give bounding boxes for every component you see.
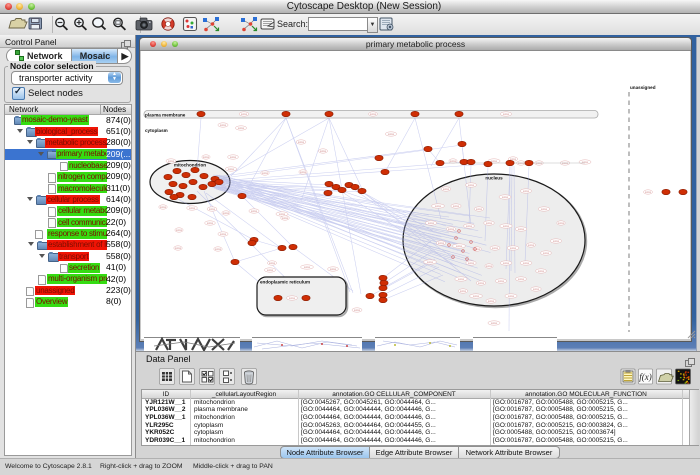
svg-text:xxxxx: xxxxx: [562, 162, 569, 165]
svg-text:xxxxx: xxxxx: [645, 191, 652, 194]
svg-text:xxxxx: xxxxx: [538, 270, 545, 273]
svg-text:mitochondrion: mitochondrion: [174, 163, 206, 168]
svg-text:cytoplasm: cytoplasm: [145, 128, 168, 133]
svg-text:xxxxx: xxxxx: [503, 262, 510, 265]
svg-text:xxxxx: xxxxx: [228, 168, 235, 171]
svg-text:xxxxx: xxxxx: [160, 206, 167, 209]
svg-text:xxxxx: xxxxx: [435, 205, 442, 208]
svg-text:xxxxx: xxxxx: [466, 225, 473, 228]
svg-text:xxxxx: xxxxx: [476, 208, 483, 211]
svg-text:xxxxx: xxxxx: [468, 262, 475, 265]
svg-text:xxxxx: xxxxx: [388, 133, 395, 136]
svg-text:xxxxx: xxxxx: [503, 225, 510, 228]
svg-text:f(x): f(x): [639, 372, 652, 382]
svg-text:xxxxx: xxxxx: [251, 210, 258, 213]
svg-text:xxxxx: xxxxx: [175, 247, 182, 250]
svg-text:xxxxx: xxxxx: [533, 288, 540, 291]
svg-text:xxxxx: xxxxx: [289, 297, 296, 300]
svg-text:xxxxx: xxxxx: [508, 295, 515, 298]
svg-text:xxxxx: xxxxx: [543, 252, 550, 255]
svg-text:xxxxx: xxxxx: [269, 262, 276, 265]
svg-text:xxxxx: xxxxx: [304, 266, 311, 269]
svg-text:xxxxx: xxxxx: [518, 162, 525, 165]
svg-text:xxxxx: xxxxx: [443, 188, 450, 191]
svg-text:xxxxx: xxxxx: [207, 222, 214, 225]
svg-text:xxxxx: xxxxx: [523, 190, 530, 193]
svg-text:xxxxx: xxxxx: [428, 222, 435, 225]
svg-text:xxxxx: xxxxx: [486, 222, 493, 225]
svg-text:xxxxx: xxxxx: [488, 300, 495, 303]
svg-text:xxxxx: xxxxx: [473, 295, 480, 298]
svg-text:xxxxx: xxxxx: [450, 160, 457, 163]
svg-text:xxxxx: xxxxx: [354, 309, 361, 312]
svg-text:xxxxx: xxxxx: [502, 196, 509, 199]
svg-text:xxxxx: xxxxx: [553, 240, 560, 243]
svg-text:xxxxx: xxxxx: [456, 245, 463, 248]
svg-text:xxxxx: xxxxx: [209, 208, 216, 211]
svg-text:xxxxx: xxxxx: [503, 113, 510, 116]
svg-text:xxxxx: xxxxx: [438, 242, 445, 245]
svg-text:xxxxx: xxxxx: [238, 127, 245, 130]
svg-text:xxxxx: xxxxx: [453, 205, 460, 208]
svg-text:xxxxx: xxxxx: [320, 150, 327, 153]
svg-text:xxxxx: xxxxx: [241, 113, 248, 116]
svg-text:xxxxx: xxxxx: [536, 162, 543, 165]
svg-text:xxxxx: xxxxx: [262, 172, 269, 175]
svg-text:xxxxx: xxxxx: [427, 261, 434, 264]
svg-text:xxxxx: xxxxx: [460, 290, 467, 293]
svg-text:xxxxx: xxxxx: [478, 282, 485, 285]
svg-text:unassigned: unassigned: [630, 85, 656, 90]
svg-text:xxxxx: xxxxx: [215, 248, 222, 251]
svg-text:xxxxx: xxxxx: [279, 213, 286, 216]
svg-text:xxxxx: xxxxx: [448, 228, 455, 231]
svg-text:xxxxx: xxxxx: [300, 171, 307, 174]
svg-text:xxxxx: xxxxx: [220, 124, 227, 127]
svg-text:xxxxx: xxxxx: [498, 280, 505, 283]
svg-text:xxxxx: xxxxx: [267, 269, 274, 272]
svg-text:xxxxx: xxxxx: [518, 278, 525, 281]
svg-text:endoplasmic reticulum: endoplasmic reticulum: [260, 280, 310, 285]
svg-text:plasma membrane: plasma membrane: [145, 113, 186, 118]
svg-text:xxxxx: xxxxx: [486, 265, 493, 268]
svg-text:xxxxx: xxxxx: [492, 247, 499, 250]
svg-text:xxxxx: xxxxx: [330, 268, 337, 271]
svg-text:xxxxx: xxxxx: [370, 113, 377, 116]
svg-text:xxxxx: xxxxx: [558, 222, 565, 225]
svg-text:xxxxx: xxxxx: [223, 212, 230, 215]
svg-text:xxxxx: xxxxx: [541, 208, 548, 211]
svg-text:xxxxx: xxxxx: [298, 141, 305, 144]
svg-text:xxxxx: xxxxx: [491, 322, 498, 325]
svg-text:xxxxx: xxxxx: [168, 160, 175, 163]
svg-text:nucleus: nucleus: [485, 176, 503, 181]
svg-text:xxxxx: xxxxx: [582, 161, 589, 164]
svg-text:xxxxx: xxxxx: [282, 217, 289, 220]
svg-text:xxxxx: xxxxx: [510, 247, 517, 250]
svg-text:xxxxx: xxxxx: [518, 228, 525, 231]
svg-text:xxxxx: xxxxx: [458, 278, 465, 281]
svg-text:xxxxx: xxxxx: [189, 207, 196, 210]
svg-text:xxxxx: xxxxx: [176, 229, 183, 232]
svg-text:xxxxx: xxxxx: [468, 184, 475, 187]
svg-text:xxxxx: xxxxx: [203, 156, 210, 159]
svg-text:xxxxx: xxxxx: [523, 262, 530, 265]
svg-text:xxxxx: xxxxx: [220, 233, 227, 236]
svg-text:xxxxx: xxxxx: [528, 244, 535, 247]
svg-text:xxxxx: xxxxx: [230, 156, 237, 159]
